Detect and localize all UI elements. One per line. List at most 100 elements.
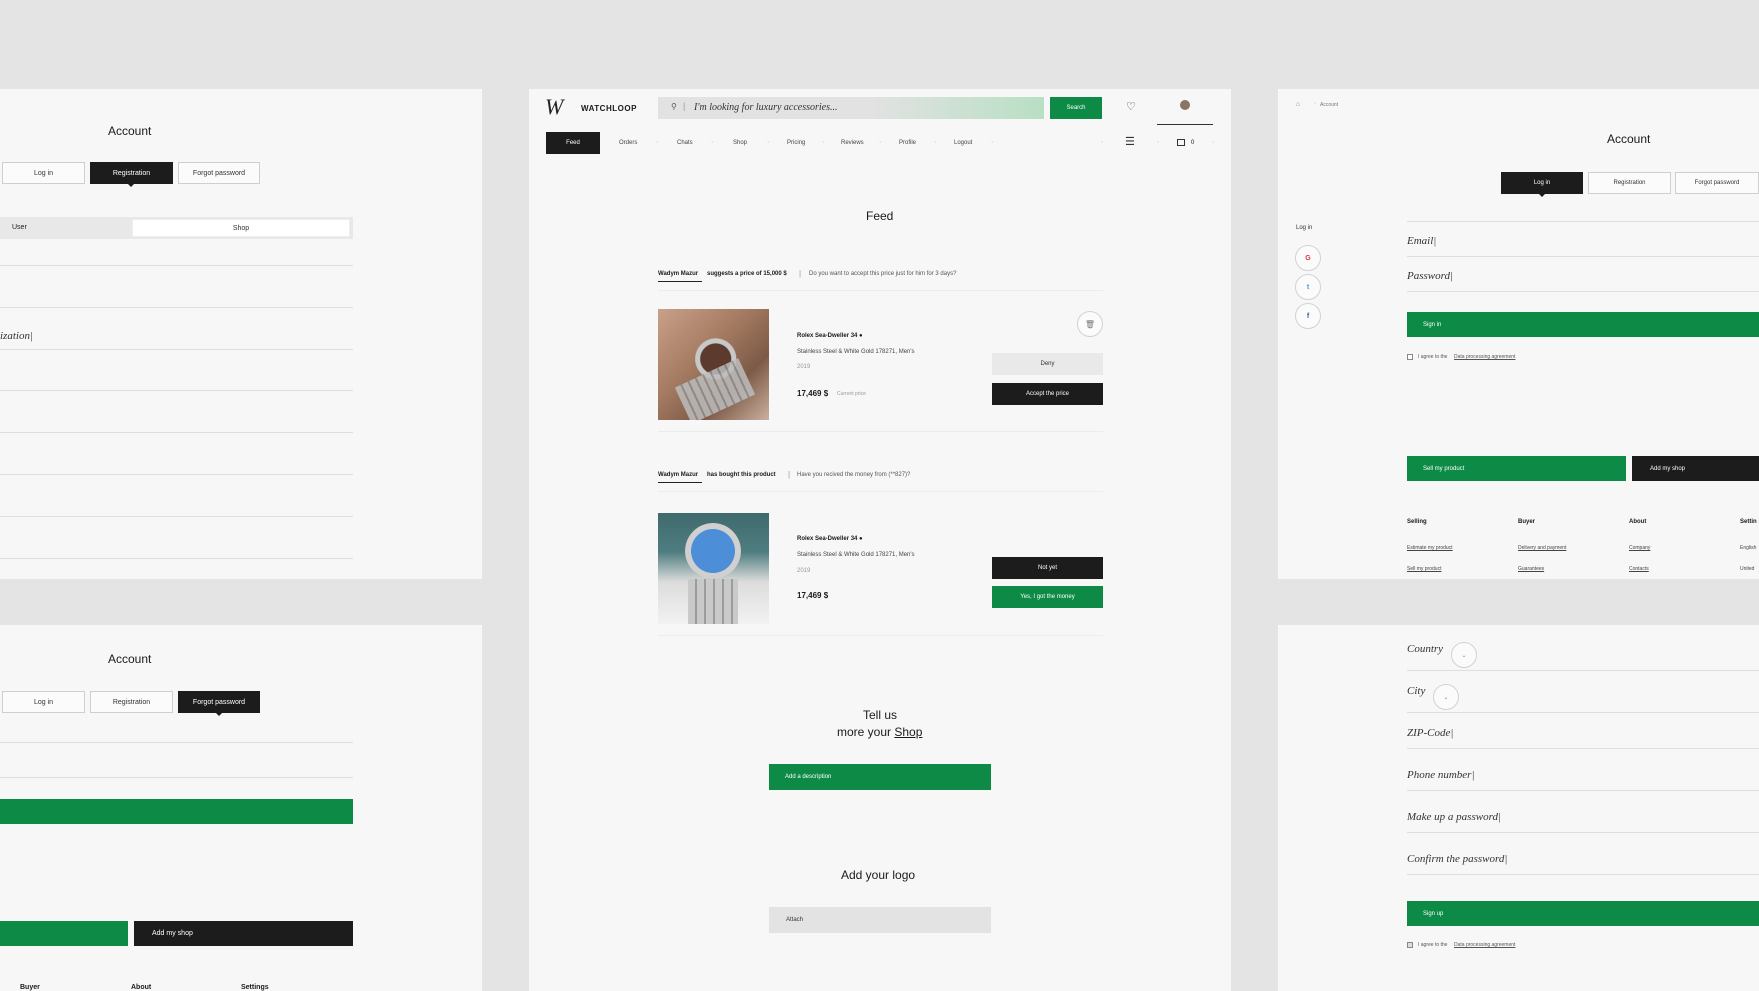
nav-reviews[interactable]: Reviews bbox=[841, 140, 864, 146]
notice-user[interactable]: Wadym Mazur bbox=[658, 472, 698, 478]
agree-link[interactable]: Data processing agreement bbox=[1454, 942, 1515, 948]
zip-field[interactable]: ZIP-Code| bbox=[1407, 727, 1453, 739]
active-tab-caret bbox=[1539, 194, 1545, 197]
tab-registration[interactable]: Registration bbox=[90, 162, 173, 184]
phone-field[interactable]: Phone number| bbox=[1407, 769, 1474, 781]
footer-link[interactable]: United bbox=[1740, 566, 1754, 572]
accept-price-button[interactable]: Accept the price bbox=[992, 383, 1103, 405]
tab-login[interactable]: Log in bbox=[2, 162, 85, 184]
product-image-rolex-brown[interactable] bbox=[658, 309, 769, 420]
notice-divider: | bbox=[799, 269, 802, 278]
field-line bbox=[1407, 291, 1759, 292]
tab-login[interactable]: Log in bbox=[1501, 172, 1583, 194]
product-image-rolex-blue[interactable] bbox=[658, 513, 769, 624]
tab-forgot-password[interactable]: Forgot password bbox=[1675, 172, 1759, 194]
footer-link[interactable]: Contacts bbox=[1629, 566, 1649, 572]
not-yet-button[interactable]: Not yet bbox=[992, 557, 1103, 579]
attach-button[interactable]: Attach bbox=[769, 907, 991, 933]
nav-orders[interactable]: Orders bbox=[619, 140, 637, 146]
sign-in-button[interactable]: Sign in bbox=[1407, 312, 1759, 337]
agree-link[interactable]: Data processing agreement bbox=[1454, 354, 1515, 360]
nav-pricing[interactable]: Pricing bbox=[787, 140, 805, 146]
sell-product-button[interactable]: Sell my product bbox=[1407, 456, 1626, 481]
city-field[interactable]: City bbox=[1407, 685, 1425, 697]
home-icon[interactable]: ⌂ bbox=[1296, 101, 1300, 108]
tab-login[interactable]: Log in bbox=[2, 691, 85, 713]
cart-icon[interactable] bbox=[1177, 139, 1185, 146]
product-name[interactable]: Rolex Sea-Dweller 34 ● bbox=[797, 333, 863, 339]
facebook-icon[interactable]: f bbox=[1295, 303, 1321, 329]
email-field[interactable]: Email| bbox=[1407, 235, 1436, 247]
separator-line bbox=[658, 431, 1103, 432]
search-bar[interactable]: ⚲ | I'm looking for luxury accessories..… bbox=[658, 97, 1044, 119]
field-line bbox=[1407, 874, 1759, 875]
organization-field[interactable]: ization| bbox=[0, 330, 33, 342]
agree-checkbox[interactable] bbox=[1407, 942, 1413, 948]
city-dropdown-icon[interactable]: ⌄ bbox=[1433, 684, 1459, 710]
toggle-user[interactable]: User bbox=[12, 224, 27, 231]
search-divider: | bbox=[683, 101, 686, 111]
notice-question: Have you recived the money from (**827)? bbox=[797, 472, 911, 478]
notice-question: Do you want to accept this price just fo… bbox=[809, 271, 957, 277]
footer-link[interactable]: Guarantees bbox=[1518, 566, 1544, 572]
add-shop-button[interactable]: Add my shop bbox=[1632, 456, 1759, 481]
product-price: 17,469 $ bbox=[797, 389, 829, 398]
add-description-button[interactable]: Add a description bbox=[769, 764, 991, 790]
logo-mark: W bbox=[545, 94, 564, 119]
nav-separator: · bbox=[879, 139, 882, 146]
watch-bracelet bbox=[674, 358, 756, 420]
twitter-icon[interactable]: t bbox=[1295, 274, 1321, 300]
country-field[interactable]: Country bbox=[1407, 643, 1443, 655]
got-money-button[interactable]: Yes, I got the money bbox=[992, 586, 1103, 608]
field-line bbox=[1407, 256, 1759, 257]
tab-registration[interactable]: Registration bbox=[1588, 172, 1671, 194]
notice-user[interactable]: Wadym Mazur bbox=[658, 271, 698, 277]
footer-link[interactable]: Delivery and payment bbox=[1518, 545, 1566, 551]
tab-forgot-password[interactable]: Forgot password bbox=[178, 162, 260, 184]
tab-registration[interactable]: Registration bbox=[90, 691, 173, 713]
search-input[interactable]: I'm looking for luxury accessories... bbox=[694, 102, 838, 113]
nav-profile[interactable]: Profile bbox=[899, 140, 916, 146]
heart-icon[interactable]: ♡ bbox=[1126, 100, 1136, 113]
delete-icon[interactable]: 🗑 bbox=[1077, 311, 1103, 337]
shop-link[interactable]: Shop bbox=[894, 725, 922, 739]
footer-link[interactable]: Estimate my product bbox=[1407, 545, 1453, 551]
confirm-password-field[interactable]: Confirm the password| bbox=[1407, 853, 1507, 865]
footer-link[interactable]: English bbox=[1740, 545, 1756, 551]
agree-checkbox[interactable] bbox=[1407, 354, 1413, 360]
tab-forgot-password[interactable]: Forgot password bbox=[178, 691, 260, 713]
toggle-shop[interactable]: Shop bbox=[132, 219, 350, 237]
avatar[interactable] bbox=[1180, 100, 1190, 110]
notice-user-underline bbox=[658, 482, 702, 483]
footer-link[interactable]: Company bbox=[1629, 545, 1650, 551]
country-dropdown-icon[interactable]: ⌄ bbox=[1451, 642, 1477, 668]
sign-up-button[interactable]: Sign up bbox=[1407, 901, 1759, 926]
submit-button[interactable] bbox=[0, 799, 353, 824]
nav-shop[interactable]: Shop bbox=[733, 140, 747, 146]
search-button[interactable]: Search bbox=[1050, 97, 1102, 119]
password-field[interactable]: Password| bbox=[1407, 270, 1453, 282]
active-tab-caret bbox=[216, 713, 222, 716]
left-top-panel: Account Log in Registration Forgot passw… bbox=[0, 89, 482, 579]
product-price: 17,469 $ bbox=[797, 591, 829, 600]
notice-user-underline bbox=[658, 281, 702, 282]
menu-icon[interactable]: ☰ bbox=[1125, 135, 1135, 148]
nav-logout[interactable]: Logout bbox=[954, 140, 972, 146]
google-icon[interactable]: G bbox=[1295, 245, 1321, 271]
watch-bracelet bbox=[688, 579, 738, 624]
deny-button[interactable]: Deny bbox=[992, 353, 1103, 375]
product-name[interactable]: Rolex Sea-Dweller 34 ● bbox=[797, 536, 863, 542]
field-line bbox=[0, 558, 353, 559]
sell-button[interactable] bbox=[0, 921, 128, 946]
nav-chats[interactable]: Chats bbox=[677, 140, 693, 146]
make-password-field[interactable]: Make up a password| bbox=[1407, 811, 1501, 823]
account-title: Account bbox=[1607, 132, 1651, 146]
footer-link[interactable]: Sell my product bbox=[1407, 566, 1441, 572]
brand-name[interactable]: WATCHLOOP bbox=[581, 104, 637, 113]
nav-feed[interactable]: Feed bbox=[546, 132, 600, 154]
field-line bbox=[0, 742, 353, 743]
footer-col-title: About bbox=[1629, 519, 1647, 525]
breadcrumb[interactable]: Account bbox=[1320, 102, 1338, 108]
add-shop-button[interactable]: Add my shop bbox=[134, 921, 353, 946]
footer-buyer: Buyer bbox=[20, 984, 40, 991]
